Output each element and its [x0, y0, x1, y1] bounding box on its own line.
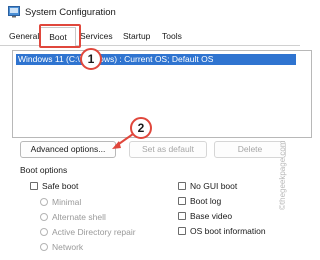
- step-2-badge: 2: [130, 117, 152, 139]
- step-1-badge: 1: [80, 48, 102, 70]
- watermark: ©thegeekpage.com: [278, 140, 287, 211]
